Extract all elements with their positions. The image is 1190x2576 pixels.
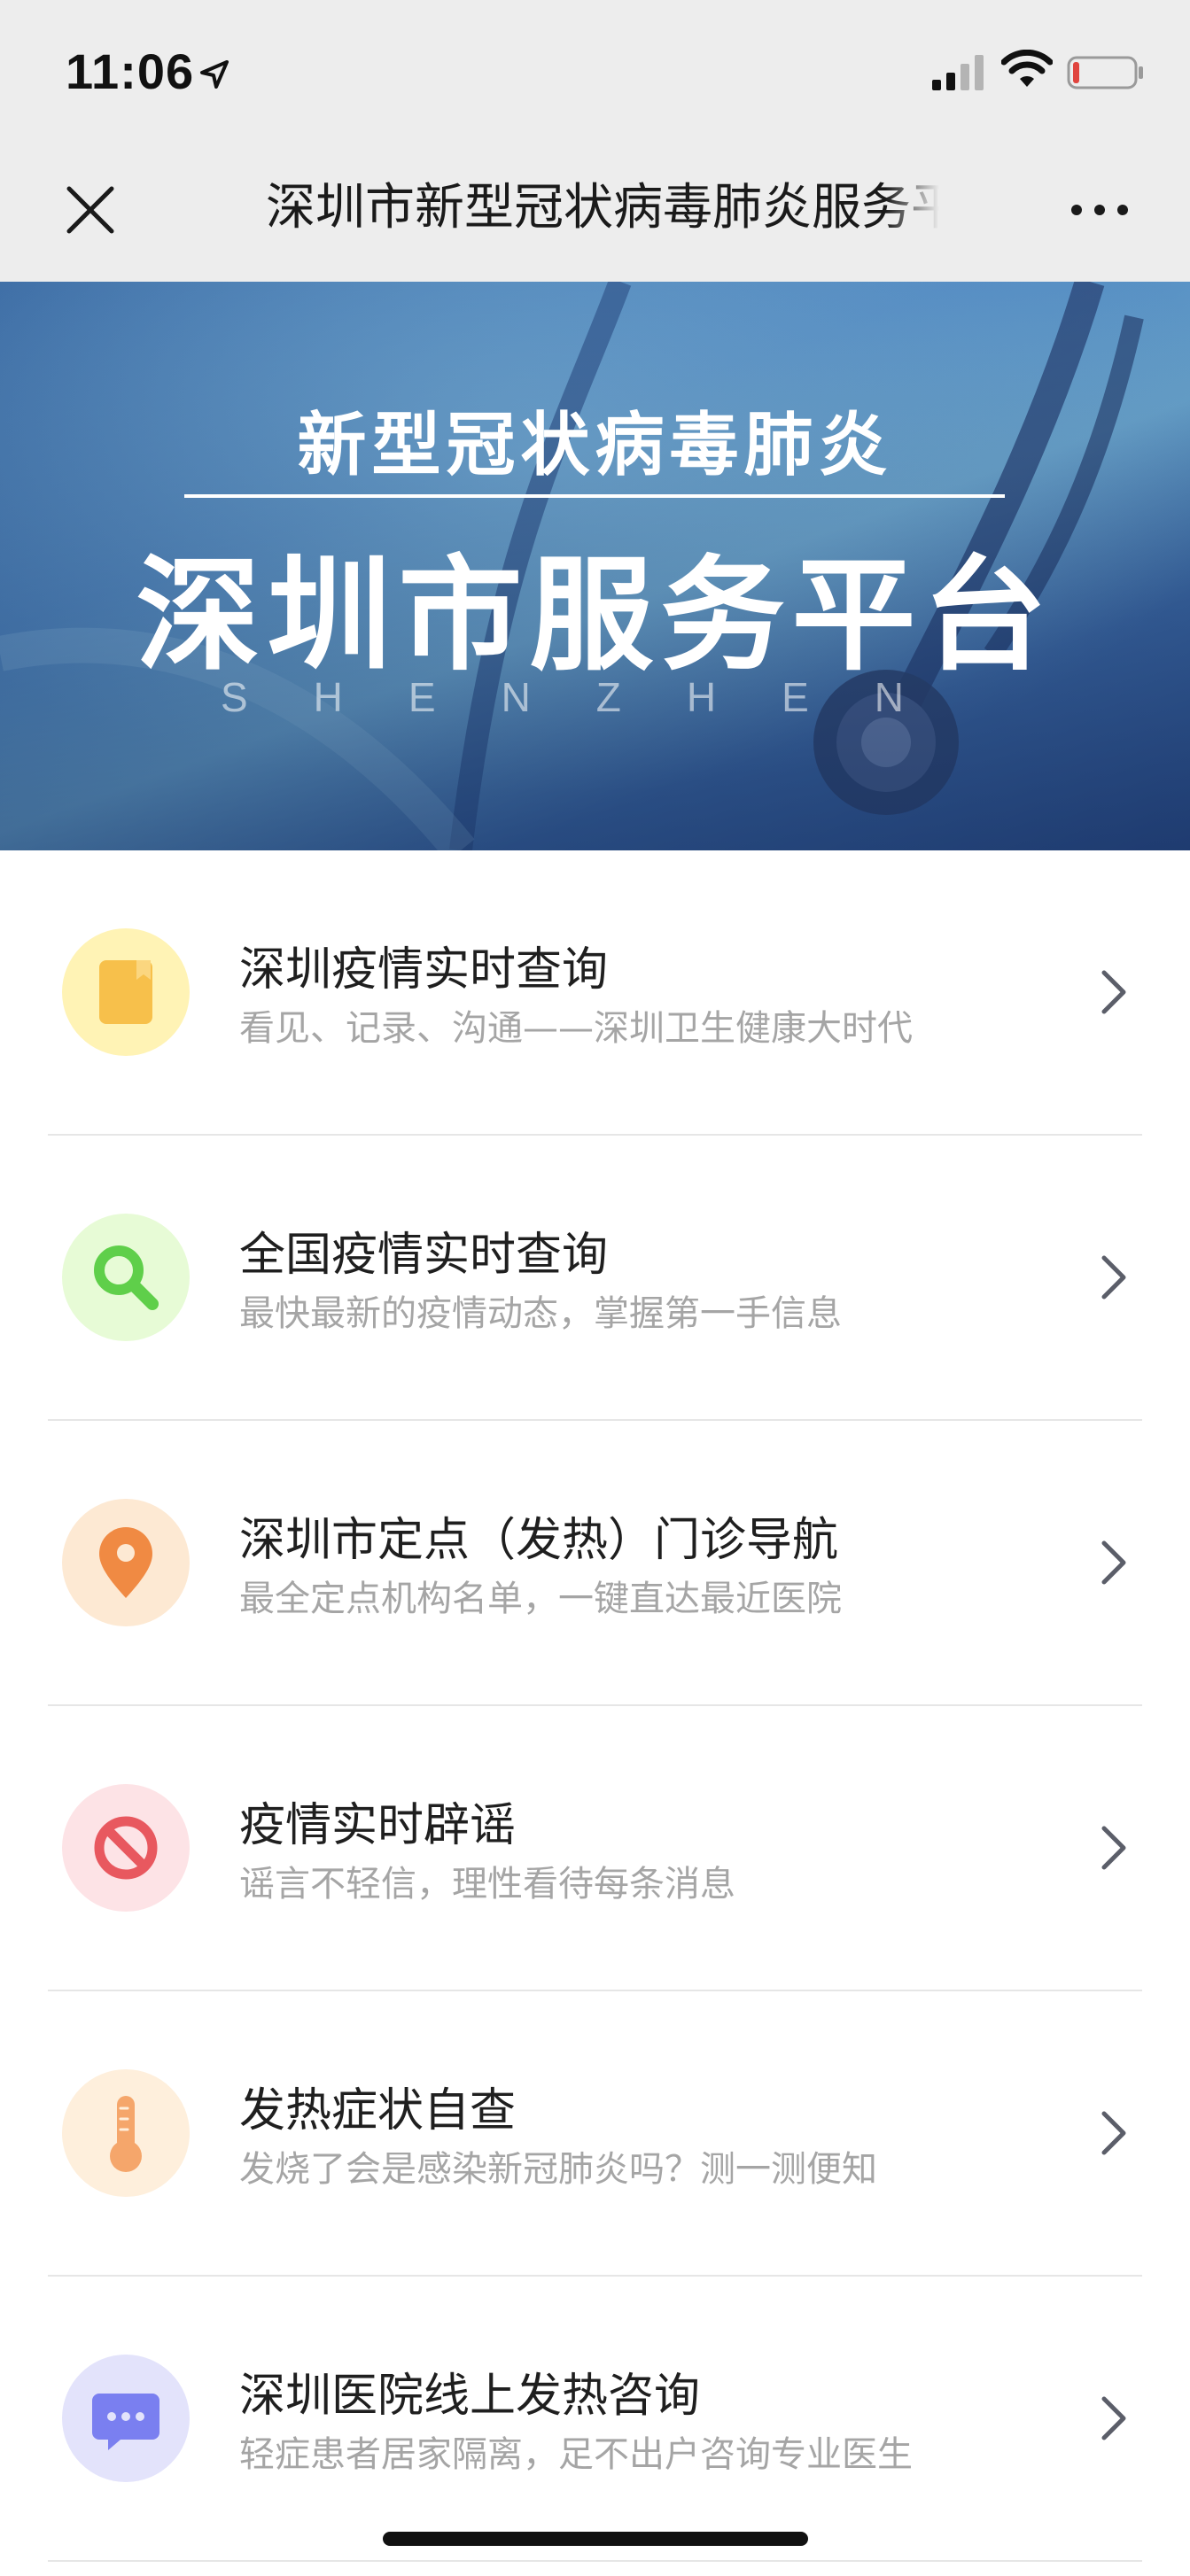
banner-divider xyxy=(184,494,1005,498)
menu-icon-container xyxy=(62,1214,190,1341)
service-menu-list: 深圳疫情实时查询 看见、记录、沟通——深圳卫生健康大时代 全国疫情实时查询 最快… xyxy=(0,850,1190,2562)
menu-item-online-fever-consult[interactable]: 深圳医院线上发热咨询 轻症患者居家隔离，足不出户咨询专业医生 xyxy=(0,2277,1190,2562)
no-entry-icon xyxy=(94,1816,158,1880)
menu-item-desc: 最全定点机构名单，一键直达最近医院 xyxy=(239,1579,842,1619)
banner-title: 深圳市服务平台 xyxy=(136,544,1054,688)
hero-banner: 新型冠状病毒肺炎 深圳市服务平台 SHENZHEN xyxy=(0,282,1190,850)
menu-item-fever-self-check[interactable]: 发热症状自查 发烧了会是感染新冠肺炎吗？测一测便知 xyxy=(0,1991,1190,2277)
menu-icon-container xyxy=(62,2069,190,2197)
thermometer-icon xyxy=(110,2096,142,2172)
banner-english-text: SHENZHEN xyxy=(220,674,970,720)
menu-item-national-epidemic-query[interactable]: 全国疫情实时查询 最快最新的疫情动态，掌握第一手信息 xyxy=(0,1136,1190,1421)
menu-icon-container xyxy=(62,928,190,1056)
status-bar: 11:06 xyxy=(0,0,1190,151)
menu-item-desc: 发烧了会是感染新冠肺炎吗？测一测便知 xyxy=(239,2149,877,2190)
menu-item-desc: 最快最新的疫情动态，掌握第一手信息 xyxy=(239,1293,842,1334)
book-icon xyxy=(99,960,152,1024)
home-indicator[interactable] xyxy=(383,2532,808,2546)
chevron-right-icon xyxy=(1101,1826,1126,1870)
menu-item-desc: 轻症患者居家隔离，足不出户咨询专业医生 xyxy=(239,2434,913,2475)
menu-item-shenzhen-epidemic-query[interactable]: 深圳疫情实时查询 看见、记录、沟通——深圳卫生健康大时代 xyxy=(0,850,1190,1136)
chevron-right-icon xyxy=(1101,1255,1126,1300)
menu-item-title: 深圳医院线上发热咨询 xyxy=(239,2370,701,2423)
menu-icon-container xyxy=(62,1499,190,1626)
chevron-right-icon xyxy=(1101,2396,1126,2440)
chat-bubble-icon xyxy=(92,2394,159,2450)
more-dots-icon[interactable] xyxy=(1069,197,1131,223)
menu-item-title: 全国疫情实时查询 xyxy=(239,1229,609,1282)
divider xyxy=(48,2560,1142,2562)
map-pin-icon xyxy=(99,1527,152,1598)
close-icon[interactable] xyxy=(62,182,119,238)
battery-icon xyxy=(1067,56,1143,89)
menu-item-title: 发热症状自查 xyxy=(239,2084,517,2138)
menu-item-desc: 看见、记录、沟通——深圳卫生健康大时代 xyxy=(239,1008,913,1049)
location-arrow-icon xyxy=(200,60,229,89)
wifi-icon xyxy=(1001,50,1053,87)
menu-item-title: 深圳疫情实时查询 xyxy=(239,943,609,997)
cellular-signal-icon xyxy=(932,55,984,90)
chevron-right-icon xyxy=(1101,1540,1126,1585)
search-icon xyxy=(94,1245,159,1310)
page-title: 深圳市新型冠状病毒肺炎服务平台 xyxy=(266,179,939,237)
menu-item-fever-clinic-navigation[interactable]: 深圳市定点（发热）门诊导航 最全定点机构名单，一键直达最近医院 xyxy=(0,1421,1190,1706)
menu-icon-container xyxy=(62,1784,190,1912)
chevron-right-icon xyxy=(1101,2111,1126,2155)
banner-subtitle: 新型冠状病毒肺炎 xyxy=(297,406,893,485)
menu-item-title: 深圳市定点（发热）门诊导航 xyxy=(239,1514,839,1567)
menu-item-title: 疫情实时辟谣 xyxy=(239,1799,517,1852)
menu-icon-container xyxy=(62,2355,190,2482)
menu-item-rumor-debunk[interactable]: 疫情实时辟谣 谣言不轻信，理性看待每条消息 xyxy=(0,1706,1190,1991)
menu-item-desc: 谣言不轻信，理性看待每条消息 xyxy=(239,1864,735,1905)
chevron-right-icon xyxy=(1101,970,1126,1014)
status-time: 11:06 xyxy=(66,43,195,99)
